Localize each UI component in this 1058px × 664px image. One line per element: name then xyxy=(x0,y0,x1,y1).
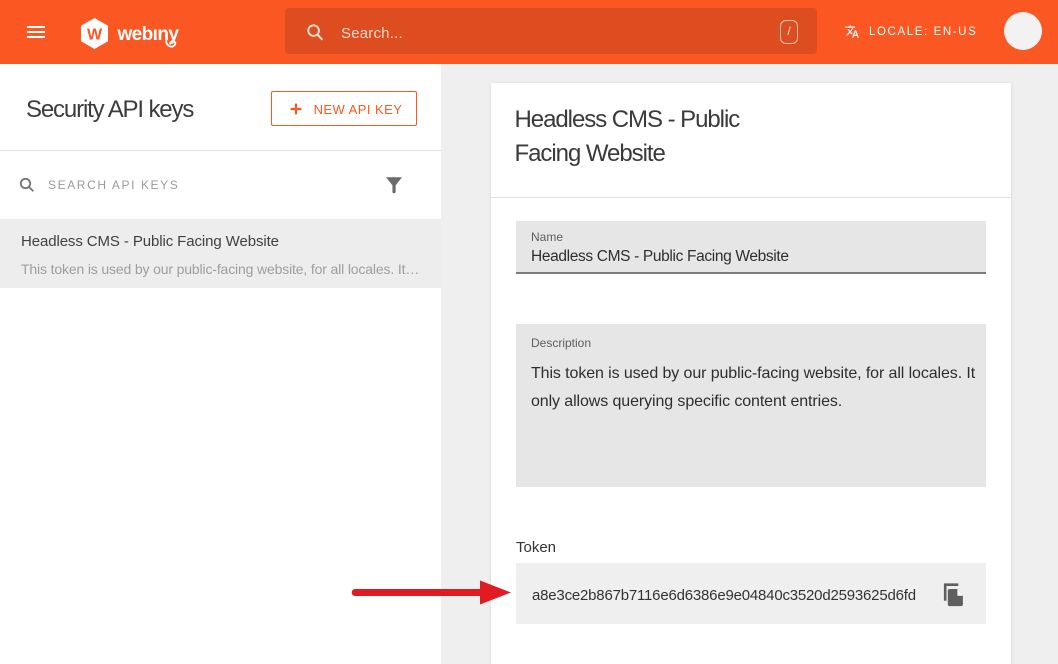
svg-text:W: W xyxy=(87,27,103,44)
